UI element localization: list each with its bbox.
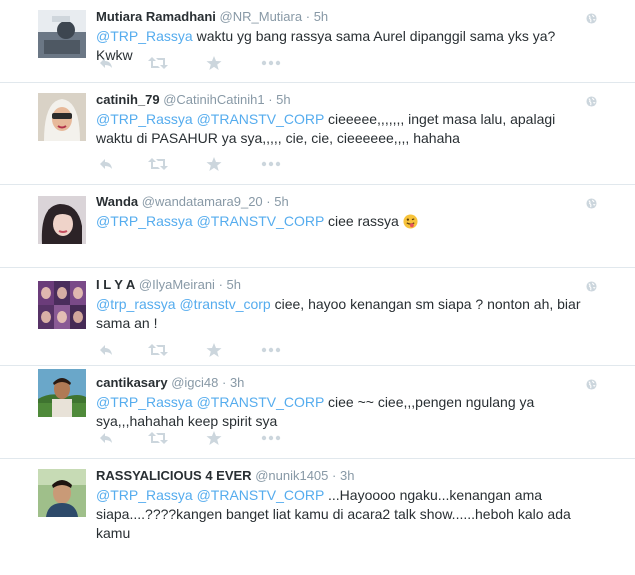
separator: · <box>305 9 311 24</box>
mention-link[interactable]: @TRP_Rassya <box>96 487 193 503</box>
reply-icon[interactable] <box>98 342 114 363</box>
mention-link[interactable]: @TRP_Rassya <box>96 394 193 410</box>
more-icon[interactable] <box>261 430 281 451</box>
tweet-item[interactable]: I L Y A @IlyaMeirani · 5h @trp_rassya @t… <box>0 268 635 366</box>
user-handle[interactable]: @wandatamara9_20 <box>142 194 263 209</box>
mention-link[interactable]: @TRANSTV_CORP <box>197 394 325 410</box>
more-icon[interactable] <box>261 55 281 76</box>
tweet-text: @TRP_Rassya waktu yg bang rassya sama Au… <box>96 27 586 65</box>
avatar[interactable] <box>38 369 86 417</box>
timestamp[interactable]: 5h <box>276 92 290 107</box>
tweet-text: @TRP_Rassya @TRANSTV_CORP ciee ~~ ciee,,… <box>96 393 586 431</box>
favorite-icon[interactable] <box>206 342 222 363</box>
favorite-icon[interactable] <box>206 156 222 177</box>
tweet-item[interactable]: Mutiara Ramadhani @NR_Mutiara · 5h @TRP_… <box>0 0 635 83</box>
globe-icon <box>586 377 597 395</box>
favorite-icon[interactable] <box>206 430 222 451</box>
user-handle[interactable]: @NR_Mutiara <box>220 9 303 24</box>
retweet-icon[interactable] <box>148 55 168 76</box>
mention-link[interactable]: @trp_rassya <box>96 296 176 312</box>
reply-icon[interactable] <box>98 430 114 451</box>
retweet-icon[interactable] <box>148 156 168 177</box>
user-handle[interactable]: @nunik1405 <box>255 468 328 483</box>
retweet-icon[interactable] <box>148 430 168 451</box>
mention-link[interactable]: @TRP_Rassya <box>96 111 193 127</box>
separator: · <box>332 468 337 483</box>
reply-icon[interactable] <box>98 156 114 177</box>
winking-face-tongue-icon <box>403 214 418 234</box>
tweet-text: @TRP_Rassya @TRANSTV_CORP ...Hayoooo nga… <box>96 486 586 543</box>
avatar[interactable] <box>38 196 86 244</box>
tweet-item[interactable]: cantikasary @igci48 · 3h @TRP_Rassya @TR… <box>0 366 635 459</box>
avatar[interactable] <box>38 10 86 58</box>
tweet-text: @trp_rassya @transtv_corp ciee, hayoo ke… <box>96 295 586 333</box>
timestamp[interactable]: 3h <box>230 375 244 390</box>
tweet-item[interactable]: RASSYALICIOUS 4 EVER @nunik1405 · 3h @TR… <box>0 459 635 575</box>
more-icon[interactable] <box>261 342 281 363</box>
globe-icon <box>586 196 597 214</box>
tweet-body: ciee rassya <box>328 213 399 229</box>
avatar[interactable] <box>38 469 86 517</box>
user-handle[interactable]: @igci48 <box>171 375 218 390</box>
tweet-text: @TRP_Rassya @TRANSTV_CORP cieeeee,,,,,,,… <box>96 110 586 148</box>
tweet-text: @TRP_Rassya @TRANSTV_CORP ciee rassya <box>96 212 586 234</box>
more-icon[interactable] <box>261 156 281 177</box>
display-name[interactable]: RASSYALICIOUS 4 EVER <box>96 468 252 483</box>
globe-icon <box>586 11 597 29</box>
tweet-item[interactable]: catinih_79 @CatinihCatinih1 · 5h @TRP_Ra… <box>0 83 635 185</box>
avatar[interactable] <box>38 281 86 329</box>
favorite-icon[interactable] <box>206 55 222 76</box>
separator: · <box>266 194 271 209</box>
display-name[interactable]: catinih_79 <box>96 92 160 107</box>
separator: · <box>221 375 227 390</box>
globe-icon <box>586 279 597 297</box>
user-handle[interactable]: @IlyaMeirani <box>139 277 215 292</box>
timestamp[interactable]: 5h <box>227 277 241 292</box>
mention-link[interactable]: @TRANSTV_CORP <box>197 213 325 229</box>
reply-icon[interactable] <box>98 55 114 76</box>
mention-link[interactable]: @TRP_Rassya <box>96 28 193 44</box>
globe-icon <box>586 94 597 112</box>
timestamp[interactable]: 3h <box>340 468 354 483</box>
display-name[interactable]: Wanda <box>96 194 138 209</box>
mention-link[interactable]: @TRANSTV_CORP <box>197 487 325 503</box>
timestamp[interactable]: 5h <box>274 194 288 209</box>
mention-link[interactable]: @TRANSTV_CORP <box>197 111 325 127</box>
display-name[interactable]: Mutiara Ramadhani <box>96 9 216 24</box>
avatar[interactable] <box>38 93 86 141</box>
display-name[interactable]: cantikasary <box>96 375 168 390</box>
timestamp[interactable]: 5h <box>314 9 328 24</box>
tweet-item[interactable]: Wanda @wandatamara9_20 · 5h @TRP_Rassya … <box>0 185 635 268</box>
display-name[interactable]: I L Y A <box>96 277 135 292</box>
separator: · <box>218 277 223 292</box>
retweet-icon[interactable] <box>148 342 168 363</box>
mention-link[interactable]: @transtv_corp <box>179 296 270 312</box>
separator: · <box>268 92 273 107</box>
user-handle[interactable]: @CatinihCatinih1 <box>163 92 264 107</box>
mention-link[interactable]: @TRP_Rassya <box>96 213 193 229</box>
